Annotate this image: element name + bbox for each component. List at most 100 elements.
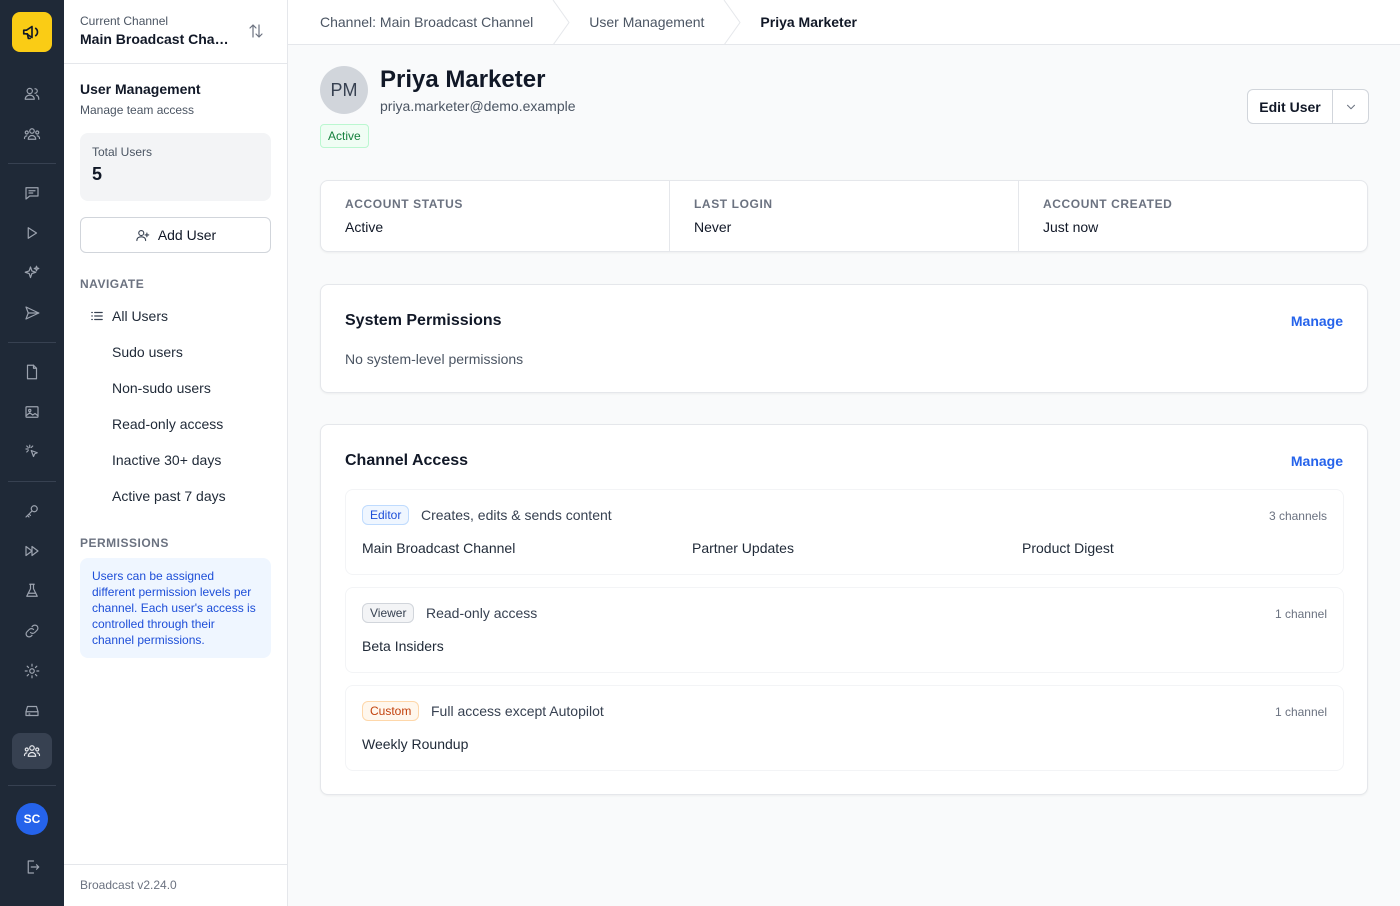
- breadcrumb: Channel: Main Broadcast Channel User Man…: [288, 0, 1400, 45]
- manage-channel-access-link[interactable]: Manage: [1291, 453, 1343, 469]
- chevron-right-icon: [724, 0, 742, 45]
- link-icon[interactable]: [12, 613, 52, 649]
- channel-label: Current Channel: [80, 14, 169, 28]
- chat-icon[interactable]: [12, 175, 52, 211]
- server-icon[interactable]: [12, 693, 52, 729]
- cursor-click-icon[interactable]: [12, 434, 52, 470]
- edit-user-dropdown[interactable]: [1333, 90, 1368, 123]
- rail-divider: [8, 481, 56, 482]
- rail-divider: [8, 785, 56, 786]
- role-description: Creates, edits & sends content: [421, 507, 612, 523]
- icon-rail: SC: [0, 0, 64, 906]
- access-group-editor: Editor Creates, edits & sends content 3 …: [345, 489, 1344, 575]
- channel-name: Beta Insiders: [362, 638, 444, 654]
- secondary-sidebar: Current Channel Main Broadcast Channel U…: [64, 0, 288, 906]
- navigate-heading: NAVIGATE: [80, 277, 145, 291]
- avatar[interactable]: SC: [16, 803, 48, 835]
- rail-divider: [8, 163, 56, 164]
- breadcrumb-channel[interactable]: Channel: Main Broadcast Channel: [320, 0, 533, 45]
- nav-item-sudo-users[interactable]: Sudo users: [64, 334, 287, 370]
- nav-item-label: Read-only access: [112, 416, 224, 432]
- total-users-value: 5: [92, 164, 103, 184]
- channel-name: Product Digest: [1022, 540, 1114, 556]
- channel-count: 1 channel: [1274, 607, 1327, 621]
- nav-item-non-sudo-users[interactable]: Non-sudo users: [64, 370, 287, 406]
- no-permissions-text: No system-level permissions: [345, 351, 524, 367]
- channel-name: Main Broadcast Channel: [362, 540, 516, 556]
- stat-label: ACCOUNT STATUS: [345, 197, 463, 211]
- users-icon[interactable]: [12, 76, 52, 112]
- edit-user-group: Edit User: [1247, 89, 1369, 124]
- stat-account-status: ACCOUNT STATUS Active: [321, 181, 670, 251]
- image-icon[interactable]: [12, 394, 52, 430]
- stat-value: Just now: [1043, 219, 1099, 235]
- channel-name: Partner Updates: [692, 540, 794, 556]
- fast-forward-icon[interactable]: [12, 533, 52, 569]
- stat-label: ACCOUNT CREATED: [1043, 197, 1173, 211]
- user-plus-icon: [136, 229, 150, 241]
- nav-item-label: Sudo users: [112, 344, 183, 360]
- role-badge: Viewer: [362, 603, 415, 623]
- edit-user-button[interactable]: Edit User: [1248, 90, 1333, 123]
- nav-item-inactive[interactable]: Inactive 30+ days: [64, 442, 287, 478]
- megaphone-icon[interactable]: [12, 12, 52, 52]
- stat-last-login: LAST LOGIN Never: [670, 181, 1019, 251]
- chevron-down-icon: [1346, 104, 1355, 109]
- role-description: Full access except Autopilot: [431, 703, 604, 719]
- channel-access-title: Channel Access: [345, 452, 469, 469]
- channel-count: 1 channel: [1274, 705, 1327, 719]
- send-icon[interactable]: [12, 295, 52, 331]
- stat-label: LAST LOGIN: [694, 197, 773, 211]
- chevron-right-icon: [552, 0, 570, 45]
- role-description: Read-only access: [426, 605, 538, 621]
- total-users-label: Total Users: [92, 145, 153, 159]
- section-title: User Management: [80, 81, 201, 97]
- gear-icon[interactable]: [12, 653, 52, 689]
- team-icon[interactable]: [12, 116, 52, 152]
- logout-icon[interactable]: [12, 849, 52, 885]
- stat-account-created: ACCOUNT CREATED Just now: [1019, 181, 1367, 251]
- flask-icon[interactable]: [12, 573, 52, 609]
- rail-divider: [8, 342, 56, 343]
- document-icon[interactable]: [12, 354, 52, 390]
- add-user-button[interactable]: Add User: [80, 217, 271, 253]
- key-icon[interactable]: [12, 493, 52, 529]
- section-subtitle: Manage team access: [80, 103, 195, 117]
- channel-access-card: Channel Access Manage Editor Creates, ed…: [320, 424, 1368, 795]
- stat-value: Never: [694, 219, 732, 235]
- add-user-label: Add User: [157, 227, 217, 243]
- nav-item-active-recent[interactable]: Active past 7 days: [64, 478, 287, 514]
- nav-item-label: Inactive 30+ days: [112, 452, 222, 468]
- breadcrumb-current: Priya Marketer: [760, 14, 857, 30]
- breadcrumb-user-management[interactable]: User Management: [589, 0, 704, 45]
- version-label: Broadcast v2.24.0: [64, 864, 288, 906]
- total-users-card: Total Users 5: [80, 133, 271, 201]
- access-group-viewer: Viewer Read-only access 1 channel Beta I…: [345, 587, 1344, 673]
- access-group-custom: Custom Full access except Autopilot 1 ch…: [345, 685, 1344, 771]
- nav-item-label: All Users: [112, 308, 169, 324]
- user-group-icon[interactable]: [12, 733, 52, 769]
- manage-system-permissions-link[interactable]: Manage: [1291, 313, 1343, 329]
- channel-name: Main Broadcast Channel: [80, 31, 230, 47]
- nav-item-read-only[interactable]: Read-only access: [64, 406, 287, 442]
- list-icon: [91, 311, 103, 321]
- status-badge: Active: [320, 124, 369, 148]
- permissions-note: Users can be assigned different permissi…: [80, 558, 271, 658]
- swap-icon[interactable]: [247, 22, 265, 40]
- channel-switcher[interactable]: Current Channel Main Broadcast Channel: [64, 0, 287, 64]
- permissions-heading: PERMISSIONS: [80, 536, 169, 550]
- channel-count: 3 channels: [1268, 509, 1327, 523]
- play-icon[interactable]: [12, 215, 52, 251]
- user-name: Priya Marketer: [380, 66, 546, 93]
- system-permissions-title: System Permissions: [345, 312, 502, 329]
- main-content: PM Priya Marketer priya.marketer@demo.ex…: [288, 45, 1400, 906]
- sparkles-icon[interactable]: [12, 255, 52, 291]
- nav-item-label: Non-sudo users: [112, 380, 211, 396]
- role-badge: Custom: [362, 701, 420, 721]
- user-avatar: PM: [320, 66, 368, 114]
- nav-item-all-users[interactable]: All Users: [64, 298, 287, 334]
- role-badge: Editor: [362, 505, 410, 525]
- system-permissions-card: System Permissions Manage No system-leve…: [320, 284, 1368, 393]
- nav-item-label: Active past 7 days: [112, 488, 226, 504]
- account-stats: ACCOUNT STATUS Active LAST LOGIN Never A…: [320, 180, 1368, 252]
